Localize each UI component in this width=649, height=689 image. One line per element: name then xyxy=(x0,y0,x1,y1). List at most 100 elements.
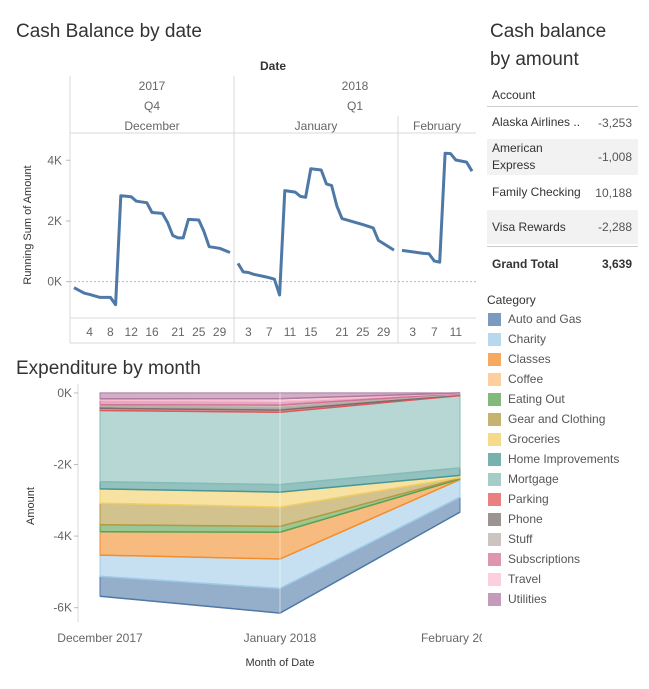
x-tick-label: 29 xyxy=(377,325,391,339)
y-tick-label: -6K xyxy=(53,601,72,615)
legend-item[interactable]: Parking xyxy=(488,490,549,508)
y-tick-label: 0K xyxy=(47,275,62,289)
x-tick-label: 15 xyxy=(304,325,318,339)
area-x-axis-title: Month of Date xyxy=(245,657,314,669)
balance-line-january[interactable] xyxy=(236,167,395,297)
table-row[interactable]: Family Checking 10,188 xyxy=(487,175,638,210)
x-tick-label: February 2018 xyxy=(421,631,482,645)
legend-item[interactable]: Eating Out xyxy=(488,390,565,408)
x-tick-label: 3 xyxy=(245,325,252,339)
x-tick-label: December 2017 xyxy=(57,631,143,645)
x-tick-label: 7 xyxy=(266,325,273,339)
x-tick-label: January 2018 xyxy=(244,631,317,645)
legend-label: Stuff xyxy=(508,532,533,546)
x-tick-label: 29 xyxy=(213,325,227,339)
x-tick-label: 11 xyxy=(450,325,463,339)
cash-balance-line-chart: Date 2017 2018 Q4 Q1 December January Fe… xyxy=(22,59,476,344)
line-y-axis-title: Running Sum of Amount xyxy=(22,165,34,284)
dashboard: Cash Balance by date Cash balance by amo… xyxy=(0,0,649,689)
year-header-2018: 2018 xyxy=(342,79,369,93)
area-y-axis-title: Amount xyxy=(25,487,37,525)
legend-swatch xyxy=(488,392,501,406)
legend-label: Eating Out xyxy=(508,392,565,406)
legend-item[interactable]: Mortgage xyxy=(488,470,559,488)
legend-swatch xyxy=(488,492,501,506)
legend-label: Auto and Gas xyxy=(508,312,582,326)
legend-item[interactable]: Subscriptions xyxy=(488,550,580,568)
legend-item[interactable]: Travel xyxy=(488,570,541,588)
y-tick-label: 2K xyxy=(47,214,62,228)
cash-by-amount-title-line1: Cash balance xyxy=(490,21,607,42)
legend-item[interactable]: Gear and Clothing xyxy=(488,410,605,428)
account-amount: 10,188 xyxy=(595,185,632,200)
legend-item[interactable]: Auto and Gas xyxy=(488,310,581,328)
legend-swatch xyxy=(488,312,501,326)
expenditure-title: Expenditure by month xyxy=(16,358,201,379)
legend-swatch xyxy=(488,592,501,606)
quarter-header-q1: Q1 xyxy=(347,99,363,113)
y-tick-label: -2K xyxy=(53,458,72,472)
legend-label: Phone xyxy=(508,512,543,526)
table-row[interactable]: American Express -1,008 xyxy=(487,139,638,175)
y-tick-label: -4K xyxy=(53,529,72,543)
table-row[interactable]: Alaska Airlines .. -3,253 xyxy=(487,106,638,139)
legend-label: Coffee xyxy=(508,372,544,386)
table-row[interactable]: Visa Rewards -2,288 xyxy=(487,210,638,244)
legend-swatch xyxy=(488,552,501,566)
legend-item[interactable]: Home Improvements xyxy=(488,450,619,468)
account-name: American Express xyxy=(492,141,543,172)
legend-label: Parking xyxy=(508,492,549,506)
legend-item[interactable]: Groceries xyxy=(488,430,560,448)
grand-total-amount: 3,639 xyxy=(601,257,632,271)
account-name: Family Checking xyxy=(492,185,581,199)
year-header-2017: 2017 xyxy=(139,79,166,93)
legend-label: Classes xyxy=(508,352,551,366)
legend-item[interactable]: Stuff xyxy=(488,530,532,548)
legend-item[interactable]: Charity xyxy=(488,330,546,348)
legend-title: Category xyxy=(487,293,536,307)
balance-line-december[interactable] xyxy=(73,194,231,307)
x-tick-label: 25 xyxy=(356,325,370,339)
x-tick-label: 21 xyxy=(335,325,349,339)
legend-label: Groceries xyxy=(508,432,561,446)
legend-label: Travel xyxy=(508,572,541,586)
account-name: Visa Rewards xyxy=(492,219,566,234)
legend-swatch xyxy=(488,352,501,366)
x-tick-label: 11 xyxy=(284,325,297,339)
table-header: Account xyxy=(487,86,638,107)
legend-swatch xyxy=(488,512,501,526)
x-tick-label: 16 xyxy=(145,325,159,339)
legend-swatch xyxy=(488,372,501,386)
legend-item[interactable]: Phone xyxy=(488,510,543,528)
legend-item[interactable]: Utilities xyxy=(488,590,547,608)
x-tick-label: 12 xyxy=(125,325,139,339)
y-tick-label: 4K xyxy=(47,153,62,167)
grand-total-row: Grand Total 3,639 xyxy=(487,246,638,281)
legend-label: Gear and Clothing xyxy=(508,412,606,426)
y-tick-label: 0K xyxy=(57,386,72,400)
x-tick-label: 8 xyxy=(107,325,114,339)
x-tick-label: 4 xyxy=(86,325,93,339)
legend-swatch xyxy=(488,432,501,446)
account-name: Alaska Airlines .. xyxy=(492,115,581,129)
account-column-header: Account xyxy=(492,88,536,102)
x-tick-label: 3 xyxy=(409,325,416,339)
x-tick-label: 25 xyxy=(192,325,206,339)
legend-label: Home Improvements xyxy=(508,452,620,466)
date-axis-header: Date xyxy=(260,59,286,73)
account-amount: -2,288 xyxy=(597,220,632,234)
legend-swatch xyxy=(488,472,501,486)
balance-line-february[interactable] xyxy=(401,151,474,264)
month-header-december: December xyxy=(124,119,179,133)
legend-swatch xyxy=(488,452,501,466)
month-header-january: January xyxy=(295,119,338,133)
legend-swatch xyxy=(488,412,501,426)
legend-label: Mortgage xyxy=(508,472,559,486)
account-amount: -1,008 xyxy=(597,150,632,164)
legend-item[interactable]: Coffee xyxy=(488,370,543,388)
legend-label: Utilities xyxy=(508,592,547,606)
x-tick-label: 21 xyxy=(171,325,185,339)
cash-by-amount-title-line2: by amount xyxy=(490,49,579,70)
expenditure-area-chart: Amount Month of Date 0K -2K -4K -6K December… xyxy=(25,384,482,669)
legend-item[interactable]: Classes xyxy=(488,350,551,368)
